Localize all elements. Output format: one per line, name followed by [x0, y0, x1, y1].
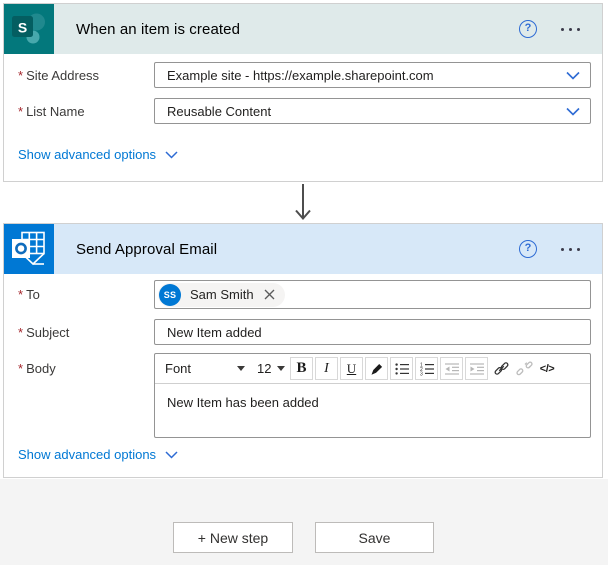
help-icon[interactable]: ? — [519, 240, 537, 258]
font-size-dropdown[interactable]: 12 — [253, 361, 290, 376]
trigger-card-title: When an item is created — [76, 20, 241, 38]
connector-arrow[interactable] — [294, 184, 312, 222]
to-label: * To — [18, 287, 40, 302]
trigger-card-header[interactable]: S When an item is created ? — [4, 4, 602, 54]
new-step-button[interactable]: + New step — [173, 522, 293, 553]
more-options-icon[interactable] — [561, 244, 580, 255]
chevron-down-icon — [165, 450, 178, 459]
required-asterisk: * — [18, 67, 24, 83]
subject-field[interactable]: New Item added — [154, 319, 591, 345]
italic-button[interactable]: I — [315, 357, 338, 380]
action-card-header[interactable]: Send Approval Email ? — [4, 224, 602, 274]
chevron-down-icon — [165, 150, 178, 159]
svg-text:3: 3 — [420, 371, 423, 376]
remove-recipient-icon[interactable] — [264, 289, 275, 300]
numbered-list-button[interactable]: 123 — [415, 357, 438, 380]
list-name-label: * List Name — [18, 103, 85, 119]
recipient-name: Sam Smith — [190, 287, 254, 302]
outlook-icon — [4, 224, 54, 274]
to-field[interactable]: SS Sam Smith — [154, 280, 591, 309]
trigger-card: S When an item is created ? * Site Addres… — [3, 3, 603, 182]
outdent-icon — [444, 362, 459, 375]
subject-label: * Subject — [18, 324, 70, 340]
indent-button[interactable] — [465, 357, 488, 380]
body-label: * Body — [18, 361, 56, 376]
required-asterisk: * — [18, 103, 24, 119]
body-field[interactable]: New Item has been added — [155, 384, 590, 437]
svg-text:S: S — [18, 20, 27, 36]
unlink-button[interactable] — [513, 357, 536, 380]
link-button[interactable] — [490, 357, 513, 380]
action-card: Send Approval Email ? *To SS Sam Smith — [3, 223, 603, 478]
numbered-list-icon: 123 — [420, 362, 434, 377]
body-editor: Font 12 B I U 1 2 3 </> New Item has bee… — [154, 353, 591, 438]
pen-icon — [371, 363, 382, 375]
list-name-dropdown[interactable]: Reusable Content — [154, 98, 591, 124]
more-options-icon[interactable] — [561, 24, 580, 35]
chevron-down-icon — [566, 107, 580, 116]
caret-down-icon — [237, 366, 245, 371]
site-address-label: * Site Address — [18, 67, 100, 83]
required-asterisk: * — [18, 287, 24, 302]
required-asterisk: * — [18, 361, 24, 376]
flow-designer-canvas: S When an item is created ? * Site Addres… — [0, 0, 608, 565]
action-show-advanced-options-link[interactable]: Show advanced options — [18, 447, 178, 462]
sharepoint-icon: S — [4, 4, 54, 54]
rich-text-toolbar: Font 12 B I U 1 2 3 </> — [155, 354, 590, 384]
site-address-dropdown[interactable]: Example site - https://example.sharepoin… — [154, 62, 591, 88]
recipient-chip[interactable]: SS Sam Smith — [158, 282, 285, 307]
site-address-value: Example site - https://example.sharepoin… — [167, 67, 434, 83]
font-dropdown[interactable]: Font — [157, 361, 253, 376]
caret-down-icon — [277, 366, 285, 371]
bold-button[interactable]: B — [290, 357, 313, 380]
save-button[interactable]: Save — [315, 522, 434, 553]
bulleted-list-icon — [394, 362, 409, 375]
outdent-button[interactable] — [440, 357, 463, 380]
code-view-button[interactable]: </> — [536, 357, 558, 380]
help-icon[interactable]: ? — [519, 20, 537, 38]
trigger-show-advanced-options-link[interactable]: Show advanced options — [18, 147, 178, 162]
avatar: SS — [159, 283, 181, 306]
link-icon — [494, 362, 509, 375]
canvas-footer-background — [0, 479, 608, 565]
action-card-title: Send Approval Email — [76, 240, 218, 258]
bulleted-list-button[interactable] — [390, 357, 413, 380]
indent-icon — [469, 362, 484, 375]
unlink-icon — [516, 361, 533, 376]
underline-button[interactable]: U — [340, 357, 363, 380]
chevron-down-icon — [566, 71, 580, 80]
list-name-value: Reusable Content — [167, 103, 272, 119]
text-color-button[interactable] — [365, 357, 388, 380]
required-asterisk: * — [18, 324, 24, 340]
